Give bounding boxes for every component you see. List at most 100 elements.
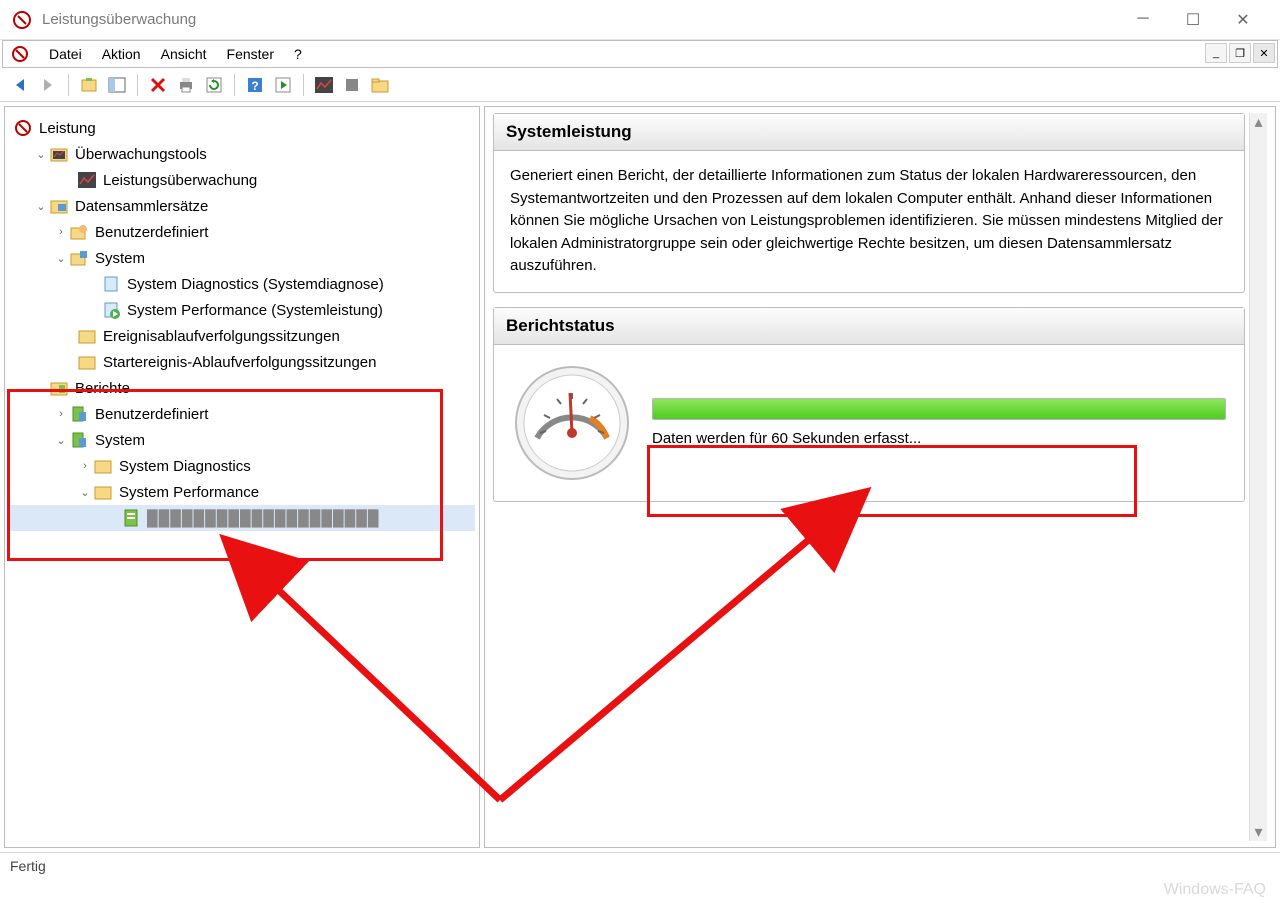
expand-icon[interactable]: ⌄ [53,434,69,447]
toolbar-separator [68,74,69,96]
menu-help[interactable]: ? [284,44,312,64]
show-hide-tree-button[interactable] [105,73,129,97]
mdi-controls: _ ❐ ✕ [1205,43,1275,63]
up-button[interactable] [77,73,101,97]
expand-icon[interactable]: › [77,460,93,472]
perfmon-icon [13,118,33,138]
tree-reports-system[interactable]: ⌄ System [9,427,475,453]
refresh-button[interactable] [202,73,226,97]
tree-startup-trace[interactable]: Startereignis-Ablaufverfolgungssitzungen [9,349,475,375]
menu-ansicht[interactable]: Ansicht [151,44,217,64]
app-icon-small [11,45,29,63]
progress-text: Daten werden für 60 Sekunden erfasst... [652,430,1226,447]
folder-button[interactable] [368,73,392,97]
tree-reports-user[interactable]: › Benutzerdefiniert [9,401,475,427]
window-title: Leistungsüberwachung [42,11,1128,28]
chart-icon [77,170,97,190]
tree-monitoring-tools[interactable]: ⌄ Überwachungstools [9,141,475,167]
expand-icon[interactable]: ⌄ [33,382,49,395]
chart-button[interactable] [312,73,336,97]
print-button[interactable] [174,73,198,97]
tree-data-collector-sets[interactable]: ⌄ Datensammlersätze [9,193,475,219]
tree-label: Berichte [75,380,130,397]
tree-perfmon[interactable]: Leistungsüberwachung [9,167,475,193]
tree-sys-diag[interactable]: System Diagnostics (Systemdiagnose) [9,271,475,297]
tree-root[interactable]: Leistung [9,115,475,141]
status-text: Fertig [10,858,46,874]
report-doc-icon [121,508,141,528]
section-header: Systemleistung [494,114,1244,151]
tree-label: System [95,432,145,449]
tree-label: Benutzerdefiniert [95,224,208,241]
stop-button[interactable] [340,73,364,97]
section-systemleistung: Systemleistung Generiert einen Bericht, … [493,113,1245,293]
tree-label: Benutzerdefiniert [95,406,208,423]
toolbar-separator [137,74,138,96]
mdi-minimize[interactable]: _ [1205,43,1227,63]
scrollbar[interactable]: ▴ ▾ [1249,113,1267,841]
minimize-button[interactable]: ─ [1128,10,1158,30]
gauge-icon [512,363,632,483]
tree-system[interactable]: ⌄ System [9,245,475,271]
folder-chart-icon [49,144,69,164]
play-button[interactable] [271,73,295,97]
tree-label: Leistung [39,120,96,137]
tree-sys-perf[interactable]: System Performance (Systemleistung) [9,297,475,323]
section-body: Generiert einen Bericht, der detailliert… [494,151,1244,292]
menu-datei[interactable]: Datei [39,44,92,64]
scroll-up-icon[interactable]: ▴ [1250,113,1267,131]
svg-text:?: ? [251,79,258,93]
expand-icon[interactable]: › [53,226,69,238]
folder-icon [77,352,97,372]
section-berichtstatus: Berichtstatus [493,307,1245,502]
expand-icon[interactable]: ⌄ [53,252,69,265]
main-area: Leistung ⌄ Überwachungstools Leistungsüb… [0,102,1280,852]
scroll-down-icon[interactable]: ▾ [1250,823,1267,841]
folder-icon [93,456,113,476]
tree-event-trace[interactable]: Ereignisablaufverfolgungssitzungen [9,323,475,349]
tree-reports[interactable]: ⌄ Berichte [9,375,475,401]
progress-bar [652,398,1226,420]
watermark: Windows-FAQ [1164,881,1266,899]
tree-label: Datensammlersätze [75,198,208,215]
collector-icon [49,196,69,216]
expand-icon[interactable]: › [53,408,69,420]
progress-area: Daten werden für 60 Sekunden erfasst... [652,398,1226,447]
user-folder-icon [69,222,89,242]
tree-label: System [95,250,145,267]
tree-report-item[interactable]: ████████████████████ [9,505,475,531]
reports-folder-icon [49,378,69,398]
report-icon [101,274,121,294]
report-play-icon [101,300,121,320]
report-green-icon [69,430,89,450]
content-panel: Systemleistung Generiert einen Bericht, … [484,106,1276,848]
menu-aktion[interactable]: Aktion [92,44,151,64]
tree-label: System Performance (Systemleistung) [127,302,383,319]
mdi-close[interactable]: ✕ [1253,43,1275,63]
forward-button[interactable] [36,73,60,97]
toolbar: ? [0,68,1280,102]
maximize-button[interactable]: ☐ [1178,10,1208,30]
toolbar-separator [303,74,304,96]
tree-label: System Diagnostics [119,458,251,475]
delete-button[interactable] [146,73,170,97]
expand-icon[interactable]: ⌄ [33,200,49,213]
back-button[interactable] [8,73,32,97]
expand-icon[interactable]: ⌄ [33,148,49,161]
help-button[interactable]: ? [243,73,267,97]
tree-label: ████████████████████ [147,510,380,527]
tree-user-defined[interactable]: › Benutzerdefiniert [9,219,475,245]
toolbar-separator [234,74,235,96]
mdi-restore[interactable]: ❐ [1229,43,1251,63]
system-folder-icon [69,248,89,268]
tree-reports-sys-perf[interactable]: ⌄ System Performance [9,479,475,505]
menu-fenster[interactable]: Fenster [217,44,284,64]
tree-reports-sys-diag[interactable]: › System Diagnostics [9,453,475,479]
expand-icon[interactable]: ⌄ [77,486,93,499]
report-green-icon [69,404,89,424]
tree-panel: Leistung ⌄ Überwachungstools Leistungsüb… [4,106,480,848]
close-button[interactable]: ✕ [1228,10,1258,30]
tree-label: Überwachungstools [75,146,207,163]
tree-label: Leistungsüberwachung [103,172,257,189]
folder-icon [77,326,97,346]
